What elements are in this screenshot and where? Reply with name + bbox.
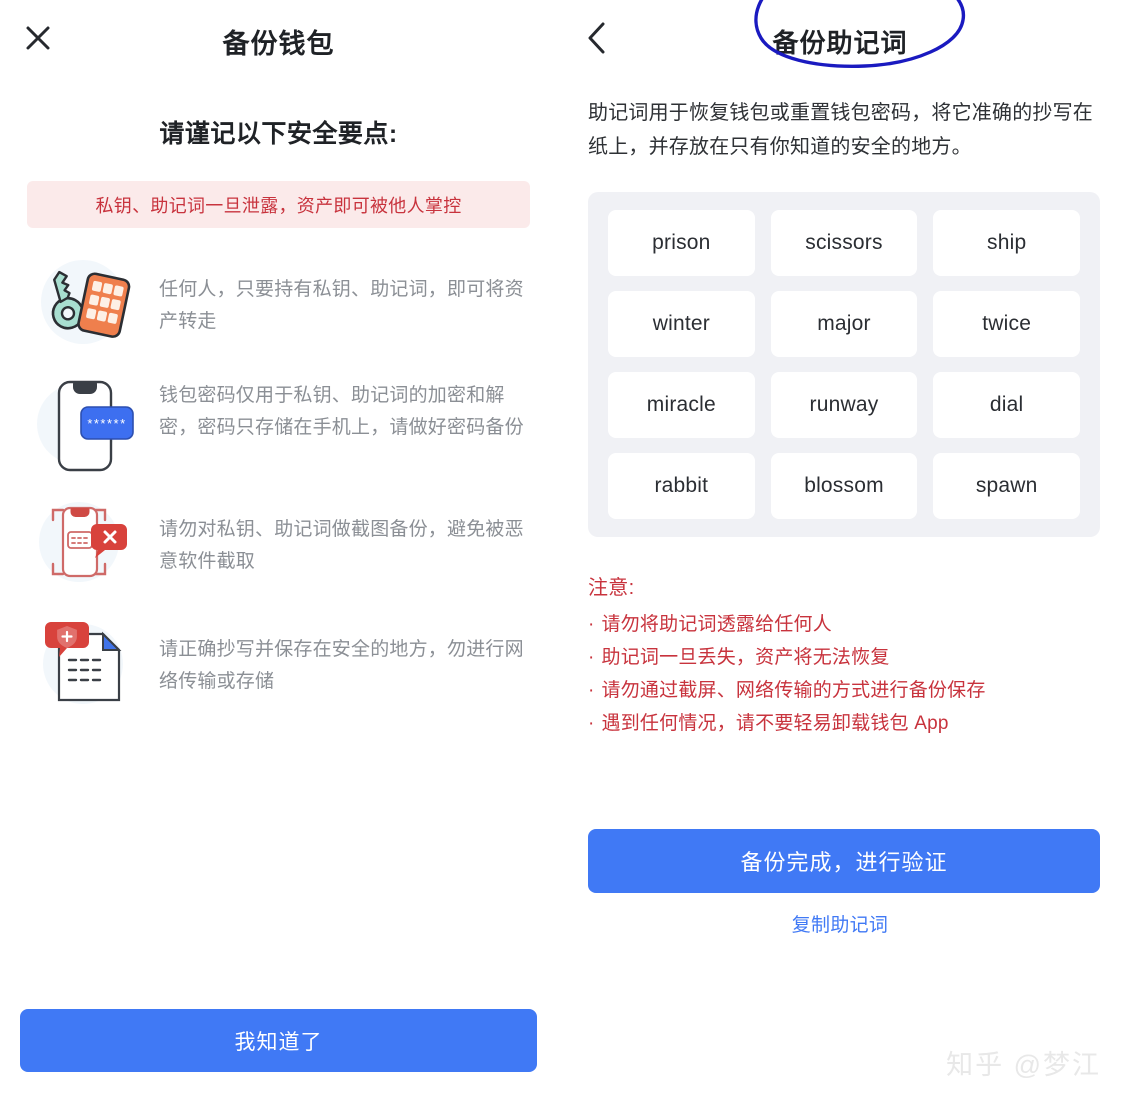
mnemonic-word-card[interactable]: ship [933, 210, 1080, 276]
phone-password-icon: ****** [27, 372, 139, 472]
svg-text:******: ****** [87, 416, 126, 431]
acknowledge-button[interactable]: 我知道了 [20, 1009, 537, 1072]
bullet-icon: · [588, 647, 595, 668]
left-panel-backup-wallet: 备份钱包 请谨记以下安全要点: 私钥、助记词一旦泄露，资产即可被他人掌控 任何人… [0, 0, 557, 1108]
mnemonic-intro-text: 助记词用于恢复钱包或重置钱包密码，将它准确的抄写在纸上，并存放在只有你知道的安全… [588, 102, 1093, 158]
mnemonic-word-card[interactable]: runway [770, 372, 918, 438]
notice-block: 注意: · 请勿将助记词透露给任何人 · 助记词一旦丢失，资产将无法恢复 · 请… [588, 571, 1100, 740]
alert-banner: 私钥、助记词一旦泄露，资产即可被他人掌控 [27, 181, 530, 228]
bullet-icon: · [588, 680, 595, 701]
right-page-title: 备份助记词 [772, 28, 908, 58]
list-item: 任何人，只要持有私钥、助记词，即可将资产转走 [27, 252, 533, 352]
mnemonic-word-card[interactable]: blossom [770, 453, 918, 519]
copy-mnemonic-link[interactable]: 复制助记词 [557, 910, 1123, 937]
no-screenshot-icon [27, 492, 139, 592]
mnemonic-word-card[interactable]: twice [933, 291, 1080, 357]
list-item: ****** 钱包密码仅用于私钥、助记词的加密和解密，密码只存储在手机上，请做好… [27, 372, 533, 472]
list-item-label: 请正确抄写并保存在安全的地方，勿进行网络传输或存储 [159, 639, 524, 692]
mnemonic-word-grid: prison scissors ship winter major twice … [588, 192, 1100, 537]
secure-document-icon [27, 612, 139, 712]
bullet-icon: · [588, 614, 595, 635]
mnemonic-word-card[interactable]: winter [608, 291, 755, 357]
security-tips-list: 任何人，只要持有私钥、助记词，即可将资产转走 ****** 钱包密码仅用于私钥、… [0, 252, 557, 712]
mnemonic-word-card[interactable]: rabbit [608, 453, 755, 519]
notice-list-item: · 遇到任何情况，请不要轻易卸载钱包 App [588, 707, 1100, 740]
list-item-label: 钱包密码仅用于私钥、助记词的加密和解密，密码只存储在手机上，请做好密码备份 [159, 385, 524, 438]
right-panel-backup-mnemonic: 备份助记词 助记词用于恢复钱包或重置钱包密码，将它准确的抄写在纸上，并存放在只有… [557, 0, 1123, 1108]
alert-banner-text: 私钥、助记词一旦泄露，资产即可被他人掌控 [95, 195, 462, 216]
notice-item-label: 请勿通过截屏、网络传输的方式进行备份保存 [601, 680, 986, 701]
mnemonic-word-card[interactable]: miracle [608, 372, 755, 438]
right-navbar: 备份助记词 [557, 0, 1123, 80]
notice-item-label: 请勿将助记词透露给任何人 [601, 614, 832, 635]
security-points-heading: 请谨记以下安全要点: [159, 120, 398, 148]
left-navbar: 备份钱包 [0, 0, 557, 80]
bullet-icon: · [588, 713, 595, 734]
mnemonic-word-card[interactable]: scissors [770, 210, 918, 276]
notice-list-item: · 请勿通过截屏、网络传输的方式进行备份保存 [588, 674, 1100, 707]
list-item: 请勿对私钥、助记词做截图备份，避免被恶意软件截取 [27, 492, 533, 592]
left-page-title: 备份钱包 [222, 29, 335, 59]
mnemonic-word-card[interactable]: prison [608, 210, 755, 276]
key-and-keypad-icon [27, 252, 139, 352]
verify-backup-button[interactable]: 备份完成，进行验证 [588, 829, 1100, 893]
notice-item-label: 遇到任何情况，请不要轻易卸载钱包 App [601, 713, 949, 734]
mnemonic-word-card[interactable]: spawn [933, 453, 1080, 519]
notice-item-label: 助记词一旦丢失，资产将无法恢复 [601, 647, 890, 668]
watermark: 知乎 @梦江 [946, 1050, 1101, 1080]
mnemonic-word-card[interactable]: major [770, 291, 918, 357]
backup-wallet-screens: 备份钱包 请谨记以下安全要点: 私钥、助记词一旦泄露，资产即可被他人掌控 任何人… [0, 0, 1123, 1108]
list-item: 请正确抄写并保存在安全的地方，勿进行网络传输或存储 [27, 612, 533, 712]
notice-list-item: · 助记词一旦丢失，资产将无法恢复 [588, 641, 1100, 674]
list-item-label: 请勿对私钥、助记词做截图备份，避免被恶意软件截取 [159, 519, 524, 572]
mnemonic-word-card[interactable]: dial [933, 372, 1080, 438]
list-item-label: 任何人，只要持有私钥、助记词，即可将资产转走 [159, 279, 524, 332]
notice-title: 注意: [588, 577, 635, 599]
notice-list-item: · 请勿将助记词透露给任何人 [588, 608, 1100, 641]
